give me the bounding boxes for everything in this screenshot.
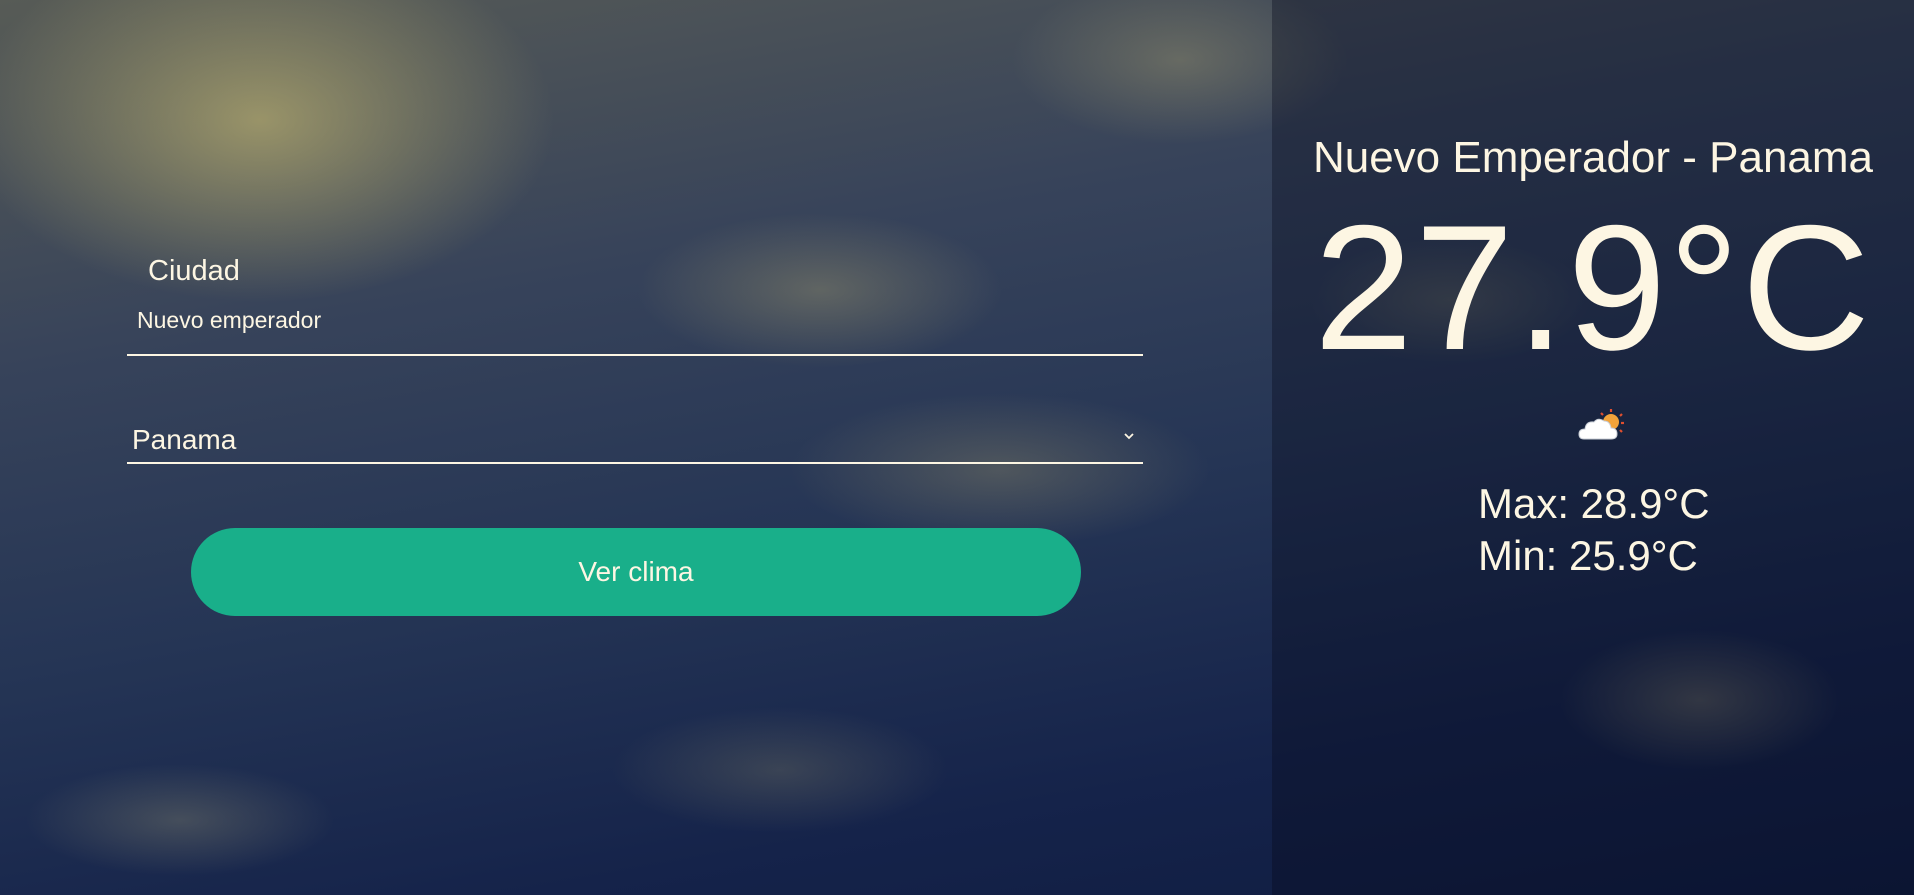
- min-temperature: Min: 25.9°C: [1478, 532, 1698, 579]
- chevron-down-icon: [1124, 433, 1134, 440]
- city-input[interactable]: [127, 298, 1143, 356]
- search-form: Ciudad Panama Ver clima: [0, 0, 1272, 895]
- min-max-temperatures: Max: 28.9°C Min: 25.9°C: [1478, 478, 1710, 582]
- ver-clima-button[interactable]: Ver clima: [191, 528, 1081, 616]
- partly-cloudy-sun-icon: [1578, 409, 1624, 440]
- weather-result-panel: Nuevo Emperador - Panama 27.9°C Max: 28.…: [1272, 0, 1914, 895]
- country-select[interactable]: Panama: [127, 422, 1143, 464]
- current-temperature: 27.9°C: [1313, 188, 1873, 387]
- app-background: Ciudad Panama Ver clima Nuevo Emperador …: [0, 0, 1914, 895]
- location-title: Nuevo Emperador - Panama: [1312, 133, 1874, 182]
- max-temperature: Max: 28.9°C: [1478, 480, 1710, 527]
- country-select-value: Panama: [132, 424, 237, 455]
- city-label: Ciudad: [148, 255, 240, 287]
